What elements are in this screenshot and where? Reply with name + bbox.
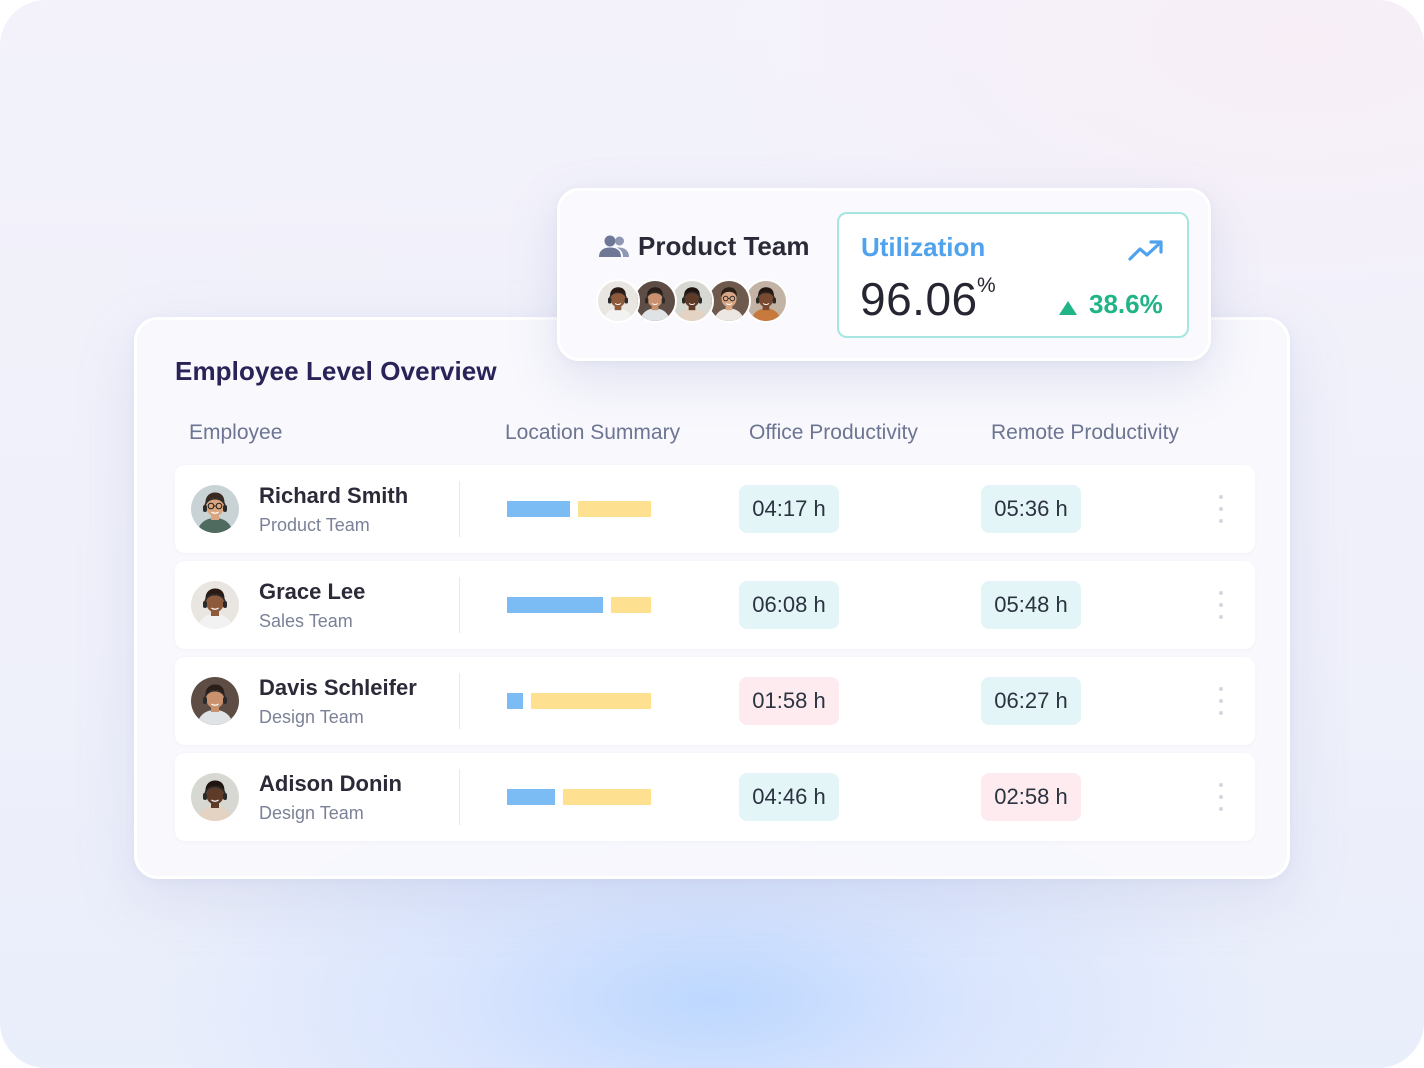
office-productivity-value: 04:46 h: [739, 773, 839, 821]
office-productivity-value: 06:08 h: [739, 581, 839, 629]
remote-share-bar: [563, 789, 651, 805]
remote-productivity-value: 05:48 h: [981, 581, 1081, 629]
office-share-bar: [507, 597, 603, 613]
column-header-remote-productivity[interactable]: Remote Productivity: [991, 421, 1179, 445]
divider: [459, 769, 460, 825]
office-share-bar: [507, 789, 555, 805]
employee-row[interactable]: Adison Donin Design Team 04:46 h 02:58 h: [175, 753, 1255, 841]
employee-name: Davis Schleifer: [259, 675, 417, 700]
utilization-value: 96.06: [860, 273, 978, 325]
location-summary-bar: [507, 693, 651, 709]
more-options-icon[interactable]: [1211, 781, 1231, 813]
employee-name: Richard Smith: [259, 483, 409, 508]
employee-name: Adison Donin: [259, 771, 402, 796]
employee-team: Design Team: [259, 707, 364, 727]
office-productivity-value: 01:58 h: [739, 677, 839, 725]
remote-productivity-value: 05:36 h: [981, 485, 1081, 533]
trending-up-icon: [1128, 240, 1163, 261]
overview-title: Employee Level Overview: [175, 356, 497, 386]
office-productivity-value: 04:17 h: [739, 485, 839, 533]
team-utilization-card: Product Team Utilization 96.06 % 38.6%: [557, 188, 1211, 361]
utilization-delta: 38.6%: [1089, 289, 1163, 319]
team-title: Product Team: [638, 231, 810, 261]
avatar: [191, 773, 239, 821]
team-member-avatar[interactable]: [596, 279, 640, 323]
divider: [459, 673, 460, 729]
more-options-icon[interactable]: [1211, 589, 1231, 621]
utilization-label: Utilization: [861, 232, 986, 262]
office-share-bar: [507, 693, 523, 709]
team-member-avatars[interactable]: [596, 279, 836, 323]
employee-team: Sales Team: [259, 611, 353, 631]
column-header-office-productivity[interactable]: Office Productivity: [749, 421, 918, 445]
remote-productivity-value: 02:58 h: [981, 773, 1081, 821]
employee-name: Grace Lee: [259, 579, 366, 604]
location-summary-bar: [507, 789, 651, 805]
remote-productivity-value: 06:27 h: [981, 677, 1081, 725]
employee-row[interactable]: Grace Lee Sales Team 06:08 h 05:48 h: [175, 561, 1255, 649]
background: Employee Level Overview Employee Locatio…: [0, 0, 1424, 1068]
employee-team: Product Team: [259, 515, 370, 535]
avatar: [191, 677, 239, 725]
remote-share-bar: [611, 597, 651, 613]
more-options-icon[interactable]: [1211, 493, 1231, 525]
location-summary-bar: [507, 501, 651, 517]
column-header-employee[interactable]: Employee: [189, 421, 282, 445]
location-summary-bar: [507, 597, 651, 613]
remote-share-bar: [531, 693, 651, 709]
utilization-unit: %: [977, 274, 996, 297]
arrow-up-triangle-icon: [1059, 301, 1077, 315]
employee-team: Design Team: [259, 803, 364, 823]
divider: [459, 481, 460, 537]
employee-row[interactable]: Davis Schleifer Design Team 01:58 h 06:2…: [175, 657, 1255, 745]
avatar: [191, 581, 239, 629]
divider: [459, 577, 460, 633]
more-options-icon[interactable]: [1211, 685, 1231, 717]
employee-overview-card: Employee Level Overview Employee Locatio…: [134, 317, 1290, 879]
remote-share-bar: [578, 501, 651, 517]
utilization-widget[interactable]: Utilization 96.06 % 38.6%: [837, 212, 1189, 338]
users-icon: [599, 235, 629, 257]
office-share-bar: [507, 501, 570, 517]
avatar: [191, 485, 239, 533]
column-header-location-summary[interactable]: Location Summary: [505, 421, 680, 445]
employee-row[interactable]: Richard Smith Product Team 04:17 h 05:36…: [175, 465, 1255, 553]
